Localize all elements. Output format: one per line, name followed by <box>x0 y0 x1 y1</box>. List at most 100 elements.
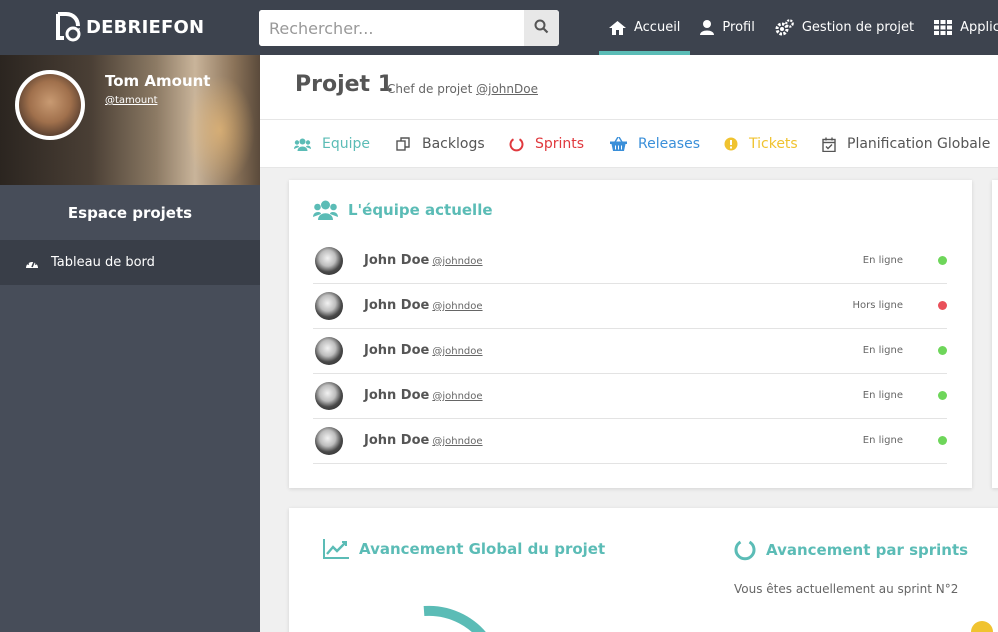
users-icon <box>313 200 338 220</box>
logo-icon <box>56 12 82 42</box>
member-name-text: John Doe <box>364 343 430 358</box>
team-member-row[interactable]: John Doe @johndoe En ligne <box>313 419 947 464</box>
user-icon <box>700 20 715 35</box>
member-handle-link[interactable]: @johndoe <box>432 301 482 312</box>
user-profile-banner: Tom Amount @tamount <box>0 55 260 185</box>
tab-planification-globale[interactable]: Planification Globale <box>822 120 990 168</box>
users-icon <box>294 138 311 151</box>
sidebar: Tom Amount @tamount Espace projets Table… <box>0 55 260 632</box>
status-indicator <box>938 301 947 310</box>
tab-label: Equipe <box>322 136 370 152</box>
project-tabs: Equipe Backlogs Sprints Releases Tickets <box>260 120 998 168</box>
search-icon <box>534 19 549 38</box>
project-manager-link[interactable]: @johnDoe <box>476 82 538 96</box>
member-status-text: En ligne <box>862 345 903 356</box>
nav-item-profil[interactable]: Profil <box>690 0 764 55</box>
search-bar <box>259 10 559 46</box>
avatar <box>315 247 343 275</box>
team-member-row[interactable]: John Doe @johndoe En ligne <box>313 374 947 419</box>
main-nav: Accueil Profil Gestion de projet Applic <box>599 0 998 55</box>
line-chart-icon <box>323 539 349 559</box>
card-title-text: Avancement par sprints <box>766 541 969 559</box>
card-title-text: Avancement Global du projet <box>359 540 606 558</box>
tab-tickets[interactable]: Tickets <box>724 120 798 168</box>
user-handle-link[interactable]: @tamount <box>105 95 158 106</box>
tab-label: Backlogs <box>422 136 485 152</box>
sidebar-item-tableau-de-bord[interactable]: Tableau de bord <box>0 240 260 285</box>
member-name: John Doe @johndoe <box>364 253 483 268</box>
nav-item-gestion-de-projet[interactable]: Gestion de projet <box>765 0 924 55</box>
cogs-icon <box>775 19 794 36</box>
tab-label: Releases <box>638 136 700 152</box>
team-member-row[interactable]: John Doe @johndoe En ligne <box>313 239 947 284</box>
avatar <box>315 382 343 410</box>
copy-icon <box>396 137 411 151</box>
nav-item-label: Accueil <box>634 20 681 35</box>
search-button[interactable] <box>524 10 559 46</box>
progress-card: Avancement Global du projet Avancement p… <box>289 508 998 632</box>
global-progress-title: Avancement Global du projet <box>323 539 605 559</box>
member-status-text: Hors ligne <box>852 300 903 311</box>
sidebar-item-label: Tableau de bord <box>51 255 155 270</box>
circle-notch-icon <box>509 137 524 152</box>
team-card-title: L'équipe actuelle <box>313 200 493 220</box>
brand-name: DEBRIEFON <box>86 16 205 38</box>
sprint-gauge-marker <box>971 621 993 632</box>
nav-item-applications[interactable]: Applic <box>924 0 998 55</box>
status-indicator <box>938 391 947 400</box>
main-content: Projet 1 Chef de projet @johnDoe Equipe … <box>260 55 998 632</box>
tab-sprints[interactable]: Sprints <box>509 120 584 168</box>
member-name-text: John Doe <box>364 433 430 448</box>
tab-label: Sprints <box>535 136 585 152</box>
member-name: John Doe @johndoe <box>364 433 483 448</box>
dashboard-icon <box>25 257 39 268</box>
member-name: John Doe @johndoe <box>364 343 483 358</box>
tab-label: Tickets <box>749 136 798 152</box>
project-manager: Chef de projet @johnDoe <box>387 82 538 96</box>
member-name-text: John Doe <box>364 253 430 268</box>
project-header: Projet 1 Chef de projet @johnDoe <box>260 55 998 120</box>
avatar <box>315 292 343 320</box>
nav-item-label: Profil <box>722 20 755 35</box>
circle-notch-icon <box>734 539 756 561</box>
global-progress-gauge <box>423 605 486 632</box>
project-manager-label: Chef de projet <box>387 82 473 96</box>
member-name-text: John Doe <box>364 388 430 403</box>
tab-label: Planification Globale <box>847 136 991 152</box>
tab-equipe[interactable]: Equipe <box>294 120 370 168</box>
home-icon <box>609 20 626 35</box>
team-member-row[interactable]: John Doe @johndoe Hors ligne <box>313 284 947 329</box>
nav-item-label: Gestion de projet <box>801 20 915 35</box>
user-name: Tom Amount <box>105 72 211 90</box>
card-title-text: L'équipe actuelle <box>348 201 493 219</box>
tab-releases[interactable]: Releases <box>610 120 700 168</box>
search-input[interactable] <box>259 10 524 46</box>
current-sprint-text: Vous êtes actuellement au sprint N°2 <box>734 582 959 596</box>
page-title: Projet 1 <box>295 72 394 97</box>
top-bar: DEBRIEFON Accueil Profil Gestion de <box>0 0 998 55</box>
team-member-row[interactable]: John Doe @johndoe En ligne <box>313 329 947 374</box>
member-name: John Doe @johndoe <box>364 298 483 313</box>
banner-lamp-glow <box>185 75 255 185</box>
calendar-check-icon <box>822 137 836 152</box>
brand-logo[interactable]: DEBRIEFON <box>56 12 204 42</box>
member-handle-link[interactable]: @johndoe <box>432 346 482 357</box>
grid-icon <box>934 20 953 35</box>
team-card: L'équipe actuelle John Doe @johndoe En li… <box>289 180 972 488</box>
nav-item-label: Applic <box>960 20 998 35</box>
basket-icon <box>610 137 627 151</box>
avatar[interactable] <box>15 70 85 140</box>
tab-backlogs[interactable]: Backlogs <box>396 120 485 168</box>
member-handle-link[interactable]: @johndoe <box>432 391 482 402</box>
member-handle-link[interactable]: @johndoe <box>432 256 482 267</box>
member-handle-link[interactable]: @johndoe <box>432 436 482 447</box>
member-status-text: En ligne <box>862 255 903 266</box>
member-name-text: John Doe <box>364 298 430 313</box>
member-status-text: En ligne <box>862 435 903 446</box>
avatar-photo <box>19 74 81 136</box>
avatar <box>315 427 343 455</box>
member-status-text: En ligne <box>862 390 903 401</box>
avatar <box>315 337 343 365</box>
nav-item-accueil[interactable]: Accueil <box>599 0 691 55</box>
status-indicator <box>938 436 947 445</box>
